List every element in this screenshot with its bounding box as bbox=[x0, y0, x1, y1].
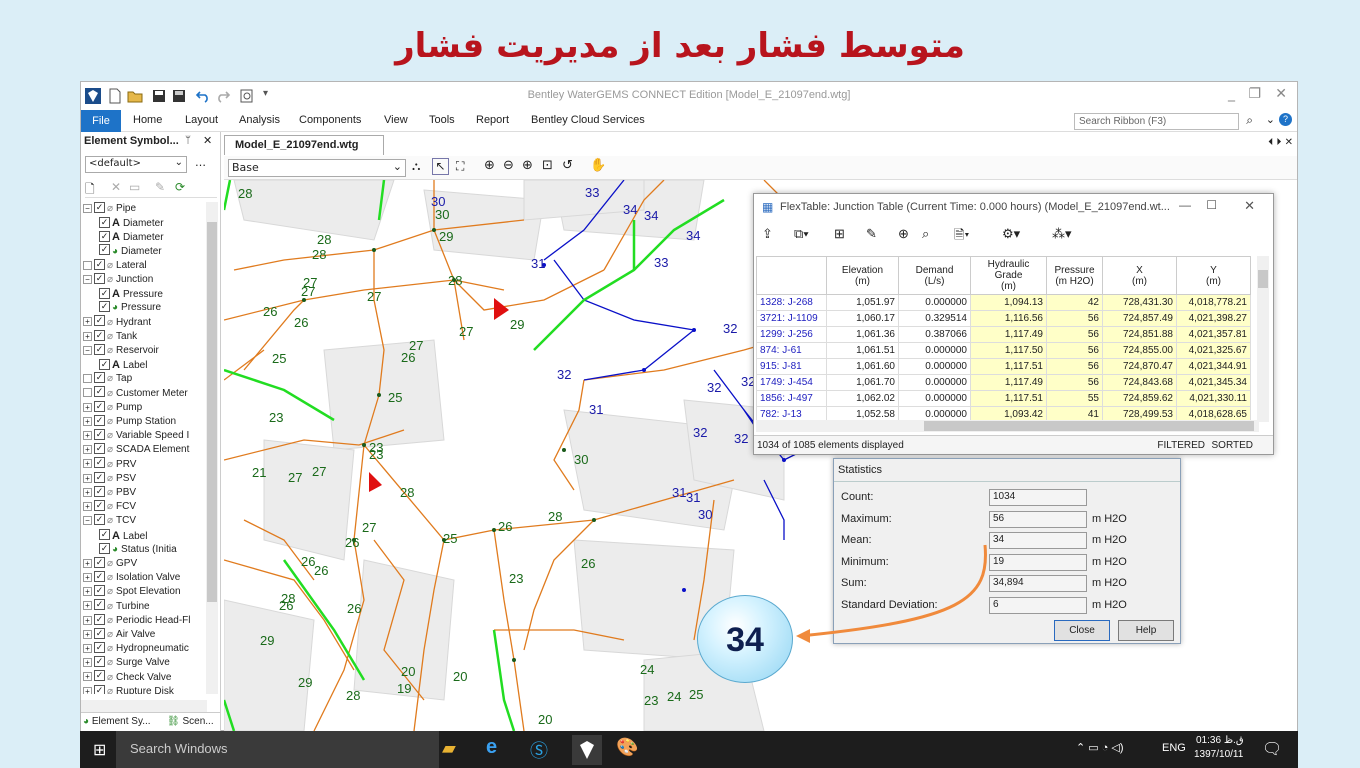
edge-icon[interactable]: e bbox=[486, 736, 497, 759]
tray-icons[interactable]: ⌃ ▭ ◔ ◁) bbox=[1076, 741, 1124, 754]
language-indicator[interactable]: ENG bbox=[1162, 742, 1186, 754]
clock-date[interactable]: 1397/10/11 bbox=[1194, 749, 1243, 760]
callout-arrow bbox=[796, 544, 988, 643]
clock-time[interactable]: 01:36 ق.ظ bbox=[1196, 735, 1244, 746]
notification-icon[interactable]: 🗨 bbox=[1262, 739, 1282, 759]
skype-icon[interactable]: Ⓢ bbox=[530, 737, 548, 763]
watergems-taskbar-icon[interactable] bbox=[572, 735, 602, 765]
windows-taskbar: ⊞ Search Windows ▰ e Ⓢ 🎨 ⌃ ▭ ◔ ◁) ENG 01… bbox=[80, 731, 1298, 768]
paint-icon[interactable]: 🎨 bbox=[616, 737, 638, 758]
taskbar-search[interactable]: Search Windows bbox=[116, 731, 439, 768]
file-explorer-icon[interactable]: ▰ bbox=[442, 738, 456, 759]
windows-start-icon[interactable]: ⊞ bbox=[93, 740, 106, 760]
mean-callout-bubble: 34 bbox=[697, 595, 793, 683]
